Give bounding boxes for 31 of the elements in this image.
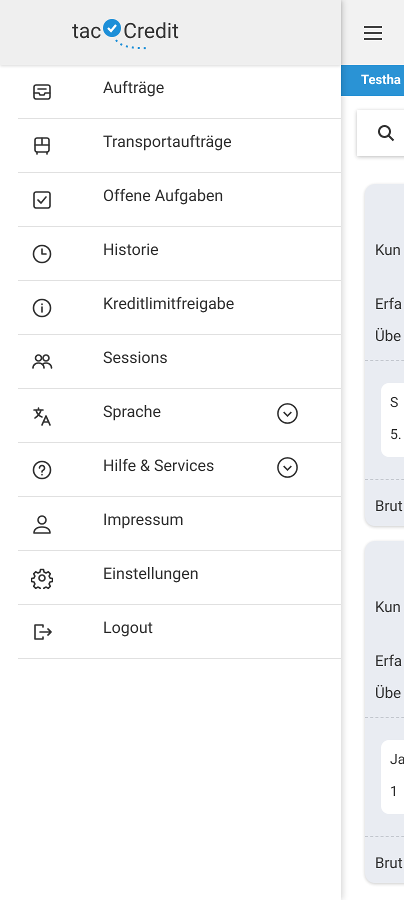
card-label: Kun xyxy=(375,240,402,260)
chevron-down-icon[interactable] xyxy=(276,402,299,424)
search-icon xyxy=(377,124,395,142)
card-label: Übe xyxy=(375,683,402,703)
info-icon xyxy=(31,296,53,318)
logo-text: Credit xyxy=(123,22,179,43)
info-text: S xyxy=(390,394,400,413)
check-circle-icon xyxy=(102,18,122,38)
info-text: 1 xyxy=(390,783,399,802)
card-label: Erfa xyxy=(375,651,404,671)
card-label: Übe xyxy=(375,326,402,346)
person-icon xyxy=(31,512,53,534)
card-label: Kun xyxy=(375,597,402,617)
card-label: Erfa xyxy=(375,294,404,314)
menu-item[interactable]: Hilfe & Services xyxy=(18,443,341,497)
card-label: Brut xyxy=(375,496,404,516)
menu-icon[interactable] xyxy=(363,24,383,40)
clock-icon xyxy=(31,242,53,264)
menu-item[interactable]: Sprache xyxy=(18,389,341,443)
logo-text: tac xyxy=(72,22,102,43)
info-text: 5. xyxy=(390,426,403,445)
menu-item[interactable]: Aufträge xyxy=(18,65,341,119)
settings-icon xyxy=(31,566,53,588)
help-icon xyxy=(31,458,53,480)
checkbox-icon xyxy=(31,188,53,210)
order-card[interactable]: Kun Erfa Übe S 5. Brut xyxy=(365,184,404,526)
translate-icon xyxy=(31,404,53,426)
bus-icon xyxy=(31,134,53,156)
card-label: Brut xyxy=(375,853,404,873)
chevron-down-icon[interactable] xyxy=(276,456,299,478)
banner-text: Testha xyxy=(361,72,401,90)
